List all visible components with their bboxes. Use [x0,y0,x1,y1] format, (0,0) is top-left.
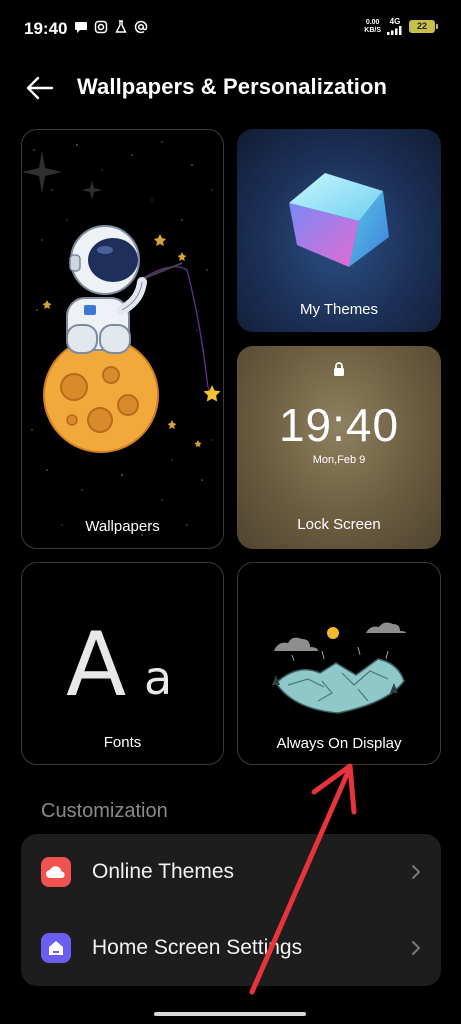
my-themes-label: My Themes [299,301,379,318]
fonts-label: Fonts [103,734,142,751]
signal-icon [387,26,402,35]
status-time: 19:40 [24,19,68,38]
page-title: Wallpapers & Personalization [77,74,388,99]
lock-screen-label: Lock Screen [297,516,381,533]
lock-screen-time: 19:40 [278,399,400,451]
status-bar: 19:40 0.00 KB/S 4G 22 [0,0,461,56]
instagram-icon [94,20,108,34]
home-indicator[interactable] [154,1012,306,1016]
net-speed-unit: KB/S [364,26,381,34]
wallpapers-card[interactable]: Wallpapers [21,129,224,549]
chevron-right-icon [412,941,420,955]
online-themes-label: Online Themes [92,860,235,883]
chevron-right-icon [412,865,420,879]
settings-row-home-screen[interactable]: Home Screen Settings [21,910,441,986]
network-indicator: 4G [387,18,403,35]
at-sign-icon [134,20,148,34]
message-icon [75,22,87,33]
settings-row-online-themes[interactable]: Online Themes [21,834,441,910]
network-type: 4G [389,17,401,26]
lock-screen-card[interactable]: 19:40 Mon,Feb 9 Lock Screen [237,346,441,549]
always-on-display-label: Always On Display [276,735,402,752]
font-sample-lowercase: a [144,651,173,705]
cloud-icon [41,857,71,887]
net-speed-value: 0.00 [365,18,380,26]
back-arrow-icon[interactable] [24,72,56,104]
lock-icon [334,362,344,376]
status-right-group: 0.00 KB/S 4G 22 [364,18,438,35]
customization-panel: Online Themes Home Screen Settings [21,834,441,986]
wallpapers-label: Wallpapers [85,518,160,535]
font-sample-uppercase: A [66,613,127,716]
battery-icon: 22 [409,20,438,33]
always-on-display-card[interactable]: Always On Display [237,562,441,765]
my-themes-card[interactable]: My Themes [237,129,441,332]
home-icon [41,933,71,963]
fonts-card[interactable]: A a Fonts [21,562,224,765]
lab-flask-icon [115,20,127,33]
astronaut-illustration [22,141,221,536]
lock-screen-date: Mon,Feb 9 [312,454,366,466]
section-title-customization: Customization [41,800,168,822]
home-screen-settings-label: Home Screen Settings [92,936,303,959]
status-notification-icons [74,20,148,34]
net-speed: 0.00 KB/S [364,19,381,35]
